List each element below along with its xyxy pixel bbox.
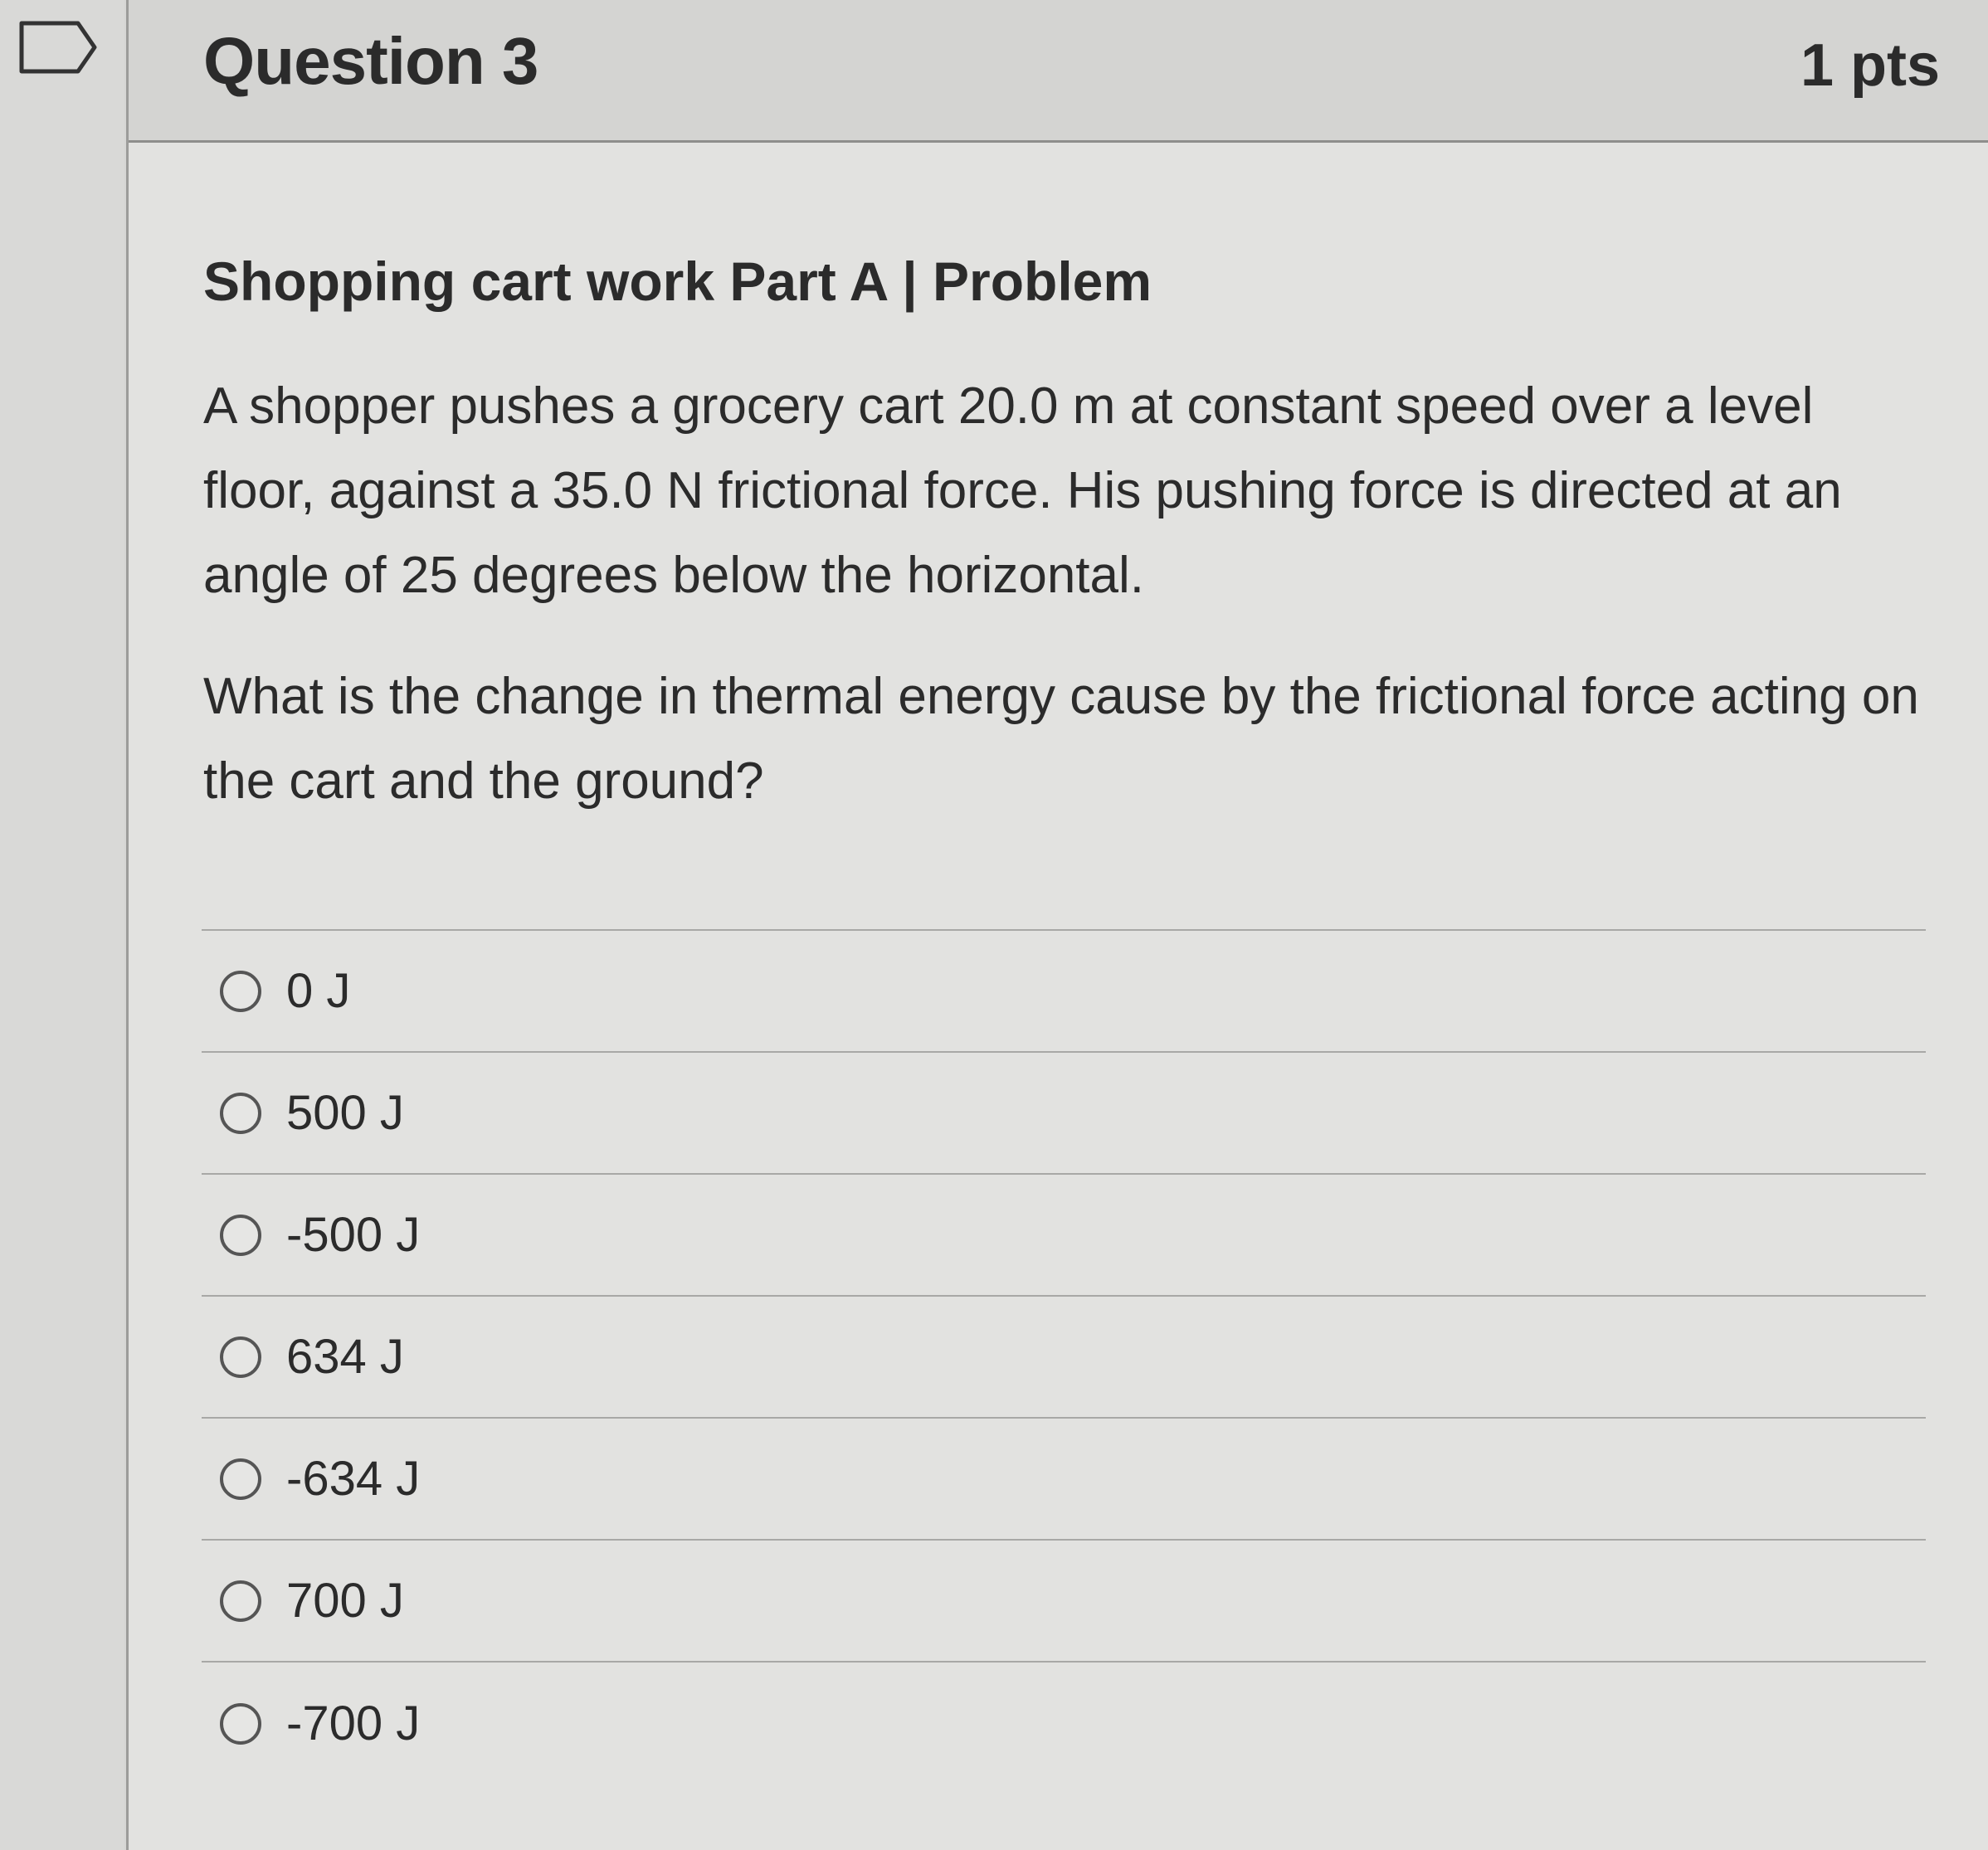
- answer-option[interactable]: -500 J: [202, 1175, 1926, 1297]
- flag-question-icon[interactable]: [18, 20, 98, 75]
- answer-list: 0 J 500 J -500 J 634 J -634 J 700 J -700…: [202, 929, 1926, 1784]
- answer-option[interactable]: 0 J: [202, 931, 1926, 1053]
- answer-option[interactable]: 500 J: [202, 1053, 1926, 1175]
- answer-label[interactable]: 500 J: [286, 1085, 404, 1141]
- answer-label[interactable]: 634 J: [286, 1329, 404, 1385]
- answer-option[interactable]: 634 J: [202, 1297, 1926, 1419]
- radio-button-icon[interactable]: [220, 1580, 261, 1622]
- answer-label[interactable]: -700 J: [286, 1696, 420, 1751]
- question-card: Question 3 1 pts Shopping cart work Part…: [126, 0, 1988, 1850]
- question-title: Question 3: [203, 24, 538, 98]
- radio-button-icon[interactable]: [220, 1458, 261, 1500]
- answer-option[interactable]: -700 J: [202, 1663, 1926, 1784]
- radio-button-icon[interactable]: [220, 1336, 261, 1378]
- left-gutter: [0, 0, 124, 1850]
- answer-label[interactable]: -634 J: [286, 1451, 420, 1507]
- radio-button-icon[interactable]: [220, 970, 261, 1012]
- answer-option[interactable]: -634 J: [202, 1419, 1926, 1541]
- answer-label[interactable]: 700 J: [286, 1573, 404, 1628]
- problem-heading: Shopping cart work Part A | Problem: [203, 251, 1152, 312]
- radio-button-icon[interactable]: [220, 1702, 261, 1745]
- problem-text: A shopper pushes a grocery cart 20.0 m a…: [203, 377, 1842, 605]
- answer-label[interactable]: -500 J: [286, 1207, 420, 1263]
- question-header: Question 3 1 pts: [129, 0, 1988, 143]
- radio-button-icon[interactable]: [220, 1214, 261, 1256]
- answer-label[interactable]: 0 J: [286, 963, 350, 1019]
- radio-button-icon[interactable]: [220, 1092, 261, 1134]
- flag-icon: [19, 21, 97, 74]
- question-points: 1 pts: [1800, 32, 1940, 99]
- answer-option[interactable]: 700 J: [202, 1541, 1926, 1663]
- question-body: Shopping cart work Part A | Problem A sh…: [203, 249, 1929, 824]
- question-text: What is the change in thermal energy cau…: [203, 668, 1919, 811]
